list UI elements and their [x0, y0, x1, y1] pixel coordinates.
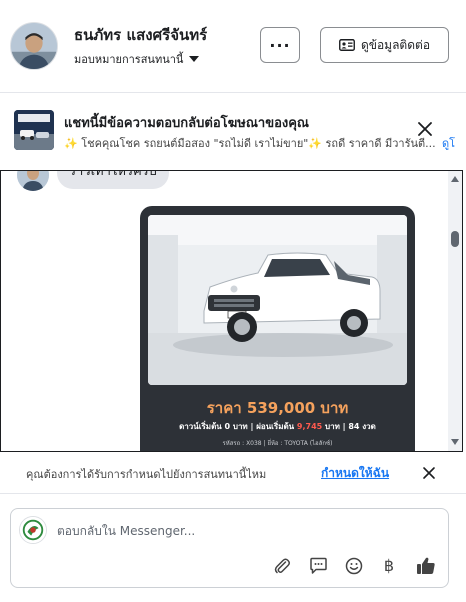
terms-suffix: บาท | 84 งวด: [322, 422, 376, 431]
reply-input[interactable]: [57, 522, 427, 540]
caret-down-icon: [189, 56, 200, 62]
payment-button[interactable]: ฿: [378, 555, 400, 577]
ad-price: ราคา 539,000 บาท: [206, 399, 349, 417]
chat-bubble-icon: [309, 557, 327, 574]
scroll-thumb[interactable]: [451, 231, 459, 247]
smiley-icon: [345, 557, 363, 575]
header-divider: [0, 92, 466, 93]
assign-label: มอบหมายการสนทนานี้: [74, 53, 184, 66]
thumbs-up-icon: [417, 557, 435, 574]
emoji-button[interactable]: [343, 555, 365, 577]
ad-car-meta: รหัสรถ : X038 | ยี่ห้อ : TOYOTA (ไฮลักซ์…: [222, 440, 333, 447]
view-contact-label: ดูข้อมูลติดต่อ: [360, 37, 431, 52]
ad-image-card[interactable]: ราคา 539,000 บาท ดาวน์เริ่มต้น 0 บาท | ผ…: [140, 206, 415, 451]
thread-scrollbar[interactable]: [448, 171, 462, 451]
attach-button[interactable]: [271, 555, 293, 577]
assign-prompt-bar: คุณต้องการได้รับการกำหนดไปยังการสนทนานี้…: [0, 452, 466, 494]
ad-reply-banner: แชทนี้มีข้อความตอบกลับต่อโฆษณาของคุณ ✨ โ…: [0, 100, 466, 162]
assign-to-me-link[interactable]: กำหนดให้ฉัน: [321, 464, 389, 483]
paperclip-icon: [274, 558, 290, 574]
terms-monthly-amount: 9,745: [296, 422, 323, 431]
reply-composer: ฿: [10, 508, 449, 588]
more-options-label: ...: [269, 32, 291, 51]
saved-replies-button[interactable]: [307, 555, 329, 577]
view-contact-button[interactable]: ดูข้อมูลติดต่อ: [320, 27, 449, 63]
user-avatar[interactable]: [10, 22, 58, 70]
scroll-down-arrow-icon[interactable]: [451, 439, 459, 445]
page-logo-avatar: [19, 516, 47, 544]
ad-installment-terms: ดาวน์เริ่มต้น 0 บาท | ผ่อนเริ่มต้น 9,745…: [140, 420, 415, 433]
assign-prompt-text: คุณต้องการได้รับการกำหนดไปยังการสนทนานี้…: [26, 468, 267, 481]
contact-card-icon: [339, 39, 355, 51]
ad-banner-title: แชทนี้มีข้อความตอบกลับต่อโฆษณาของคุณ: [64, 116, 309, 131]
assign-conversation-dropdown[interactable]: มอบหมายการสนทนานี้: [74, 50, 200, 68]
ad-see-more-link[interactable]: ดูโ: [442, 134, 455, 152]
close-icon[interactable]: [416, 120, 434, 138]
sender-avatar: [17, 171, 49, 191]
scroll-up-arrow-icon[interactable]: [451, 176, 459, 182]
incoming-message: ราวเท่าไหร่ครับ: [57, 171, 169, 189]
terms-prefix: ดาวน์เริ่มต้น 0 บาท | ผ่อนเริ่มต้น: [179, 422, 297, 431]
like-button[interactable]: [415, 555, 437, 577]
close-icon[interactable]: [422, 466, 436, 480]
message-thread[interactable]: ราวเท่าไหร่ครับ ราคา 539,000 บาท ดาวน์เร…: [0, 170, 463, 452]
user-name: ธนภัทร แสงศรีจันทร์: [74, 26, 208, 44]
baht-icon: ฿: [383, 556, 395, 575]
more-options-button[interactable]: ...: [260, 27, 300, 63]
car-photo: [148, 215, 407, 385]
ad-banner-subtitle: ✨ โชคคุณโชค รถยนต์มือสอง "รถไม่ดี เราไม่…: [64, 137, 436, 150]
conversation-header: ธนภัทร แสงศรีจันทร์ มอบหมายการสนทนานี้ .…: [0, 0, 466, 92]
ad-thumbnail[interactable]: [14, 110, 54, 150]
